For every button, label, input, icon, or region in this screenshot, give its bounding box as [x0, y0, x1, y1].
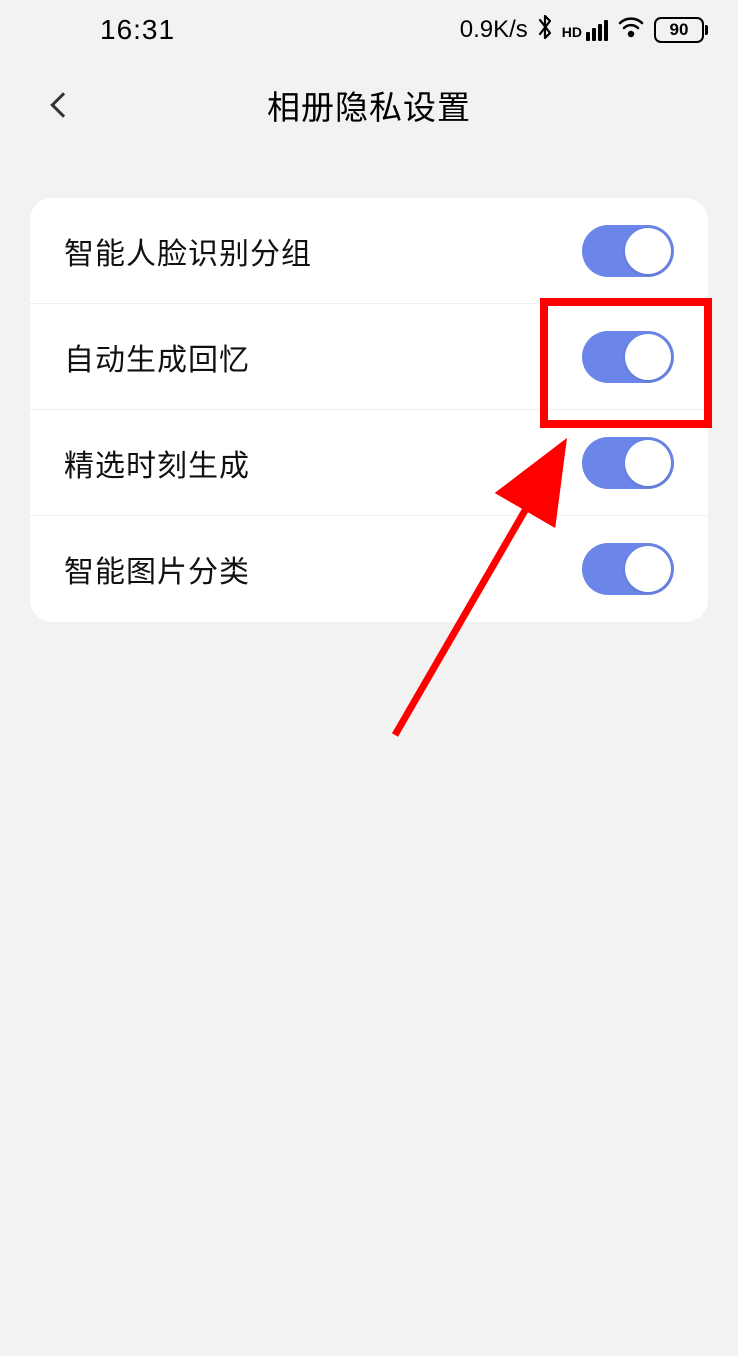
page-title: 相册隐私设置 [40, 81, 698, 129]
network-speed: 0.9K/s [460, 16, 528, 44]
setting-row-auto-memories[interactable]: 自动生成回忆 [30, 304, 708, 410]
setting-label: 智能图片分类 [64, 547, 250, 591]
settings-card: 智能人脸识别分组 自动生成回忆 精选时刻生成 智能图片分类 [30, 198, 708, 622]
chevron-left-icon [50, 92, 75, 117]
toggle-switch[interactable] [582, 543, 674, 595]
setting-row-featured-moments[interactable]: 精选时刻生成 [30, 410, 708, 516]
status-bar: 16:31 0.9K/s HD 90 [0, 0, 738, 60]
status-time: 16:31 [100, 14, 175, 46]
toggle-switch[interactable] [582, 225, 674, 277]
toggle-switch[interactable] [582, 437, 674, 489]
setting-row-smart-classification[interactable]: 智能图片分类 [30, 516, 708, 622]
setting-label: 智能人脸识别分组 [64, 229, 312, 273]
status-indicators: 0.9K/s HD 90 [460, 13, 708, 48]
wifi-icon [616, 15, 646, 46]
setting-label: 自动生成回忆 [64, 335, 250, 379]
back-button[interactable] [40, 85, 80, 125]
page-header: 相册隐私设置 [0, 60, 738, 150]
toggle-switch[interactable] [582, 331, 674, 383]
bluetooth-icon [536, 13, 554, 48]
battery-icon: 90 [654, 17, 708, 43]
setting-label: 精选时刻生成 [64, 441, 250, 485]
signal-icon: HD [562, 20, 608, 41]
setting-row-face-recognition[interactable]: 智能人脸识别分组 [30, 198, 708, 304]
